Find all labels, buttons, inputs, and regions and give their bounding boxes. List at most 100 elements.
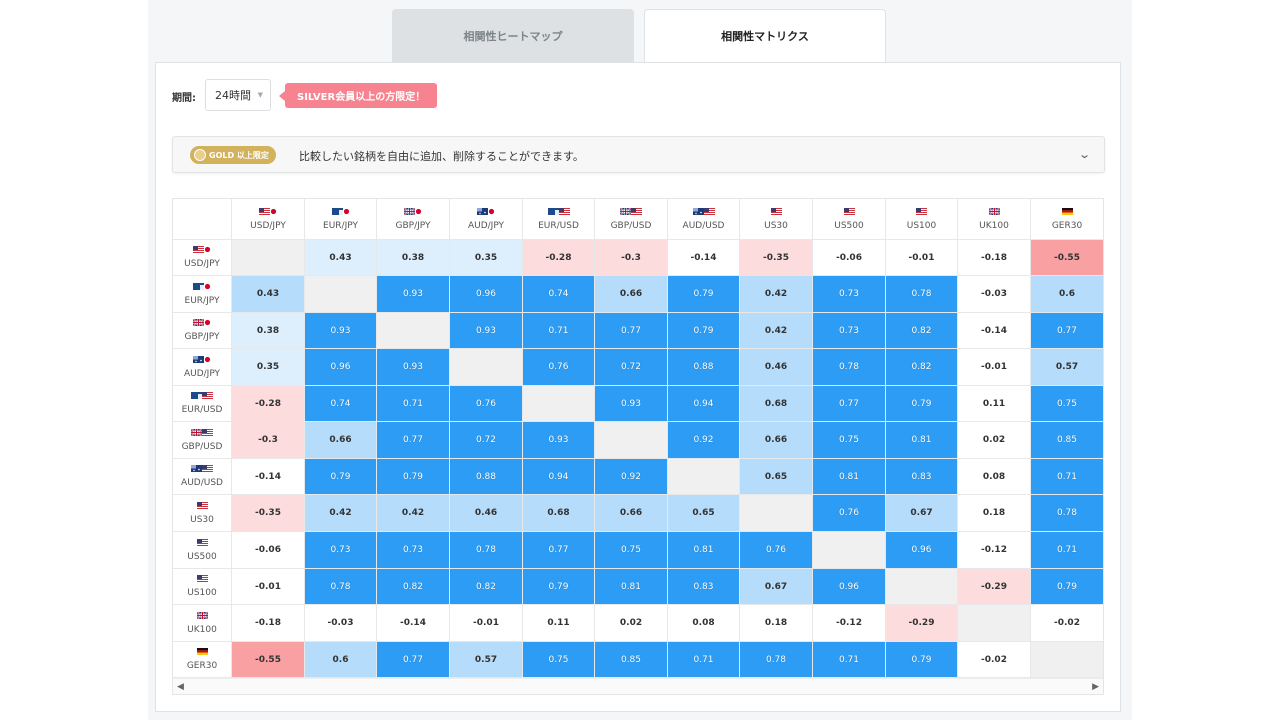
matrix-cell: 0.93 <box>305 313 377 349</box>
scroll-left-icon[interactable]: ◀ <box>177 682 184 692</box>
matrix-cell: -0.12 <box>813 605 886 642</box>
matrix-cell: -0.3 <box>595 240 668 276</box>
matrix-cell: -0.03 <box>305 605 377 642</box>
matrix-cell: 0.79 <box>668 313 740 349</box>
matrix-cell: 0.66 <box>305 422 377 459</box>
matrix-cell: 0.78 <box>305 569 377 605</box>
matrix-cell: 0.75 <box>813 422 886 459</box>
horizontal-scrollbar[interactable]: ◀ ▶ <box>173 678 1103 694</box>
correlation-matrix: USD/JPY EUR/JPY GBP/JPY AUD/JPY EUR/USD GBP/U… <box>173 199 1103 678</box>
au-jp-flag-icon <box>193 355 211 366</box>
matrix-diagonal-cell <box>740 495 813 532</box>
au-us-flag-icon <box>692 207 715 218</box>
matrix-cell: 0.38 <box>232 313 305 349</box>
row-header: GBP/USD <box>173 422 232 459</box>
matrix-cell: 0.77 <box>377 642 450 678</box>
column-header: US100 <box>886 199 958 240</box>
column-header: US500 <box>813 199 886 240</box>
matrix-cell: 0.94 <box>523 459 595 495</box>
matrix-cell: 0.73 <box>377 532 450 569</box>
matrix-cell: 0.35 <box>450 240 523 276</box>
row-header: AUD/JPY <box>173 349 232 386</box>
matrix-cell: 0.11 <box>958 386 1031 422</box>
column-header: AUD/USD <box>668 199 740 240</box>
matrix-cell: 0.43 <box>232 276 305 313</box>
matrix-cell: 0.71 <box>813 642 886 678</box>
matrix-cell: 0.72 <box>450 422 523 459</box>
column-header-label: EUR/USD <box>538 220 579 231</box>
gold-coin-icon <box>194 149 206 161</box>
matrix-cell: -0.18 <box>958 240 1031 276</box>
matrix-cell: 0.96 <box>450 276 523 313</box>
matrix-cell: 0.02 <box>958 422 1031 459</box>
matrix-cell: 0.71 <box>668 642 740 678</box>
eu-us-flag-icon <box>547 207 570 218</box>
matrix-corner <box>173 199 232 240</box>
matrix-cell: 0.02 <box>595 605 668 642</box>
matrix-cell: 0.75 <box>523 642 595 678</box>
matrix-cell: -0.14 <box>232 459 305 495</box>
matrix-cell: 0.75 <box>595 532 668 569</box>
matrix-cell: 0.35 <box>232 349 305 386</box>
column-header: UK100 <box>958 199 1031 240</box>
matrix-cell: 0.66 <box>595 276 668 313</box>
matrix-cell: 0.18 <box>740 605 813 642</box>
row-header-label: US30 <box>190 514 214 525</box>
column-header: GBP/USD <box>595 199 668 240</box>
row-header: GBP/JPY <box>173 313 232 349</box>
gb-us-flag-icon <box>619 206 642 218</box>
matrix-cell: 0.57 <box>450 642 523 678</box>
matrix-cell: 0.77 <box>595 313 668 349</box>
period-select[interactable]: 24時間 ▼ <box>205 79 271 111</box>
row-header-label: US500 <box>187 551 217 562</box>
matrix-cell: 0.66 <box>740 422 813 459</box>
matrix-cell: -0.55 <box>1031 240 1103 276</box>
matrix-cell: 0.92 <box>595 459 668 495</box>
matrix-diagonal-cell <box>1031 642 1103 678</box>
matrix-cell: 0.81 <box>668 532 740 569</box>
gold-feature-bar[interactable]: GOLD 以上限定 比較したい銘柄を自由に追加、削除することができます。 ⌄ <box>172 136 1105 173</box>
matrix-cell: -0.3 <box>232 422 305 459</box>
matrix-cell: 0.75 <box>1031 386 1103 422</box>
matrix-cell: 0.93 <box>523 422 595 459</box>
matrix-cell: -0.55 <box>232 642 305 678</box>
row-header-label: USD/JPY <box>184 259 220 269</box>
chevron-down-icon[interactable]: ⌄ <box>1078 148 1091 161</box>
scroll-right-icon[interactable]: ▶ <box>1092 682 1099 692</box>
matrix-cell: 0.82 <box>377 569 450 605</box>
matrix-cell: 0.6 <box>305 642 377 678</box>
tab-matrix[interactable]: 相関性マトリクス <box>644 9 886 62</box>
matrix-cell: 0.18 <box>958 495 1031 532</box>
matrix-cell: 0.82 <box>886 349 958 386</box>
matrix-cell: 0.85 <box>595 642 668 678</box>
period-label: 期間: <box>172 93 196 104</box>
us-flag-icon <box>196 575 208 585</box>
matrix-cell: 0.77 <box>1031 313 1103 349</box>
gb-jp-flag-icon <box>192 318 211 329</box>
matrix-cell: 0.79 <box>886 642 958 678</box>
row-header-label: EUR/USD <box>181 405 223 415</box>
matrix-cell: -0.02 <box>1031 605 1103 642</box>
matrix-cell: 0.42 <box>377 495 450 532</box>
matrix-cell: 0.78 <box>740 642 813 678</box>
matrix-cell: 0.11 <box>523 605 595 642</box>
period-select-value: 24時間 <box>215 89 251 102</box>
row-header: GER30 <box>173 642 232 678</box>
matrix-cell: -0.14 <box>377 605 450 642</box>
matrix-cell: 0.93 <box>377 349 450 386</box>
matrix-cell: 0.46 <box>450 495 523 532</box>
matrix-cell: 0.93 <box>377 276 450 313</box>
column-header-label: AUD/JPY <box>467 220 505 231</box>
matrix-cell: 0.92 <box>668 422 740 459</box>
tab-heatmap[interactable]: 相関性ヒートマップ <box>392 9 634 62</box>
matrix-cell: 0.78 <box>813 349 886 386</box>
au-us-flag-icon <box>191 465 213 475</box>
matrix-cell: 0.42 <box>305 495 377 532</box>
row-header-label: GER30 <box>186 661 218 671</box>
matrix-cell: -0.28 <box>232 386 305 422</box>
column-header-label: GBP/USD <box>610 220 652 231</box>
matrix-cell: 0.74 <box>523 276 595 313</box>
eu-jp-flag-icon <box>331 207 350 218</box>
row-header: US30 <box>173 495 232 532</box>
gold-badge-label: GOLD 以上限定 <box>209 150 269 160</box>
